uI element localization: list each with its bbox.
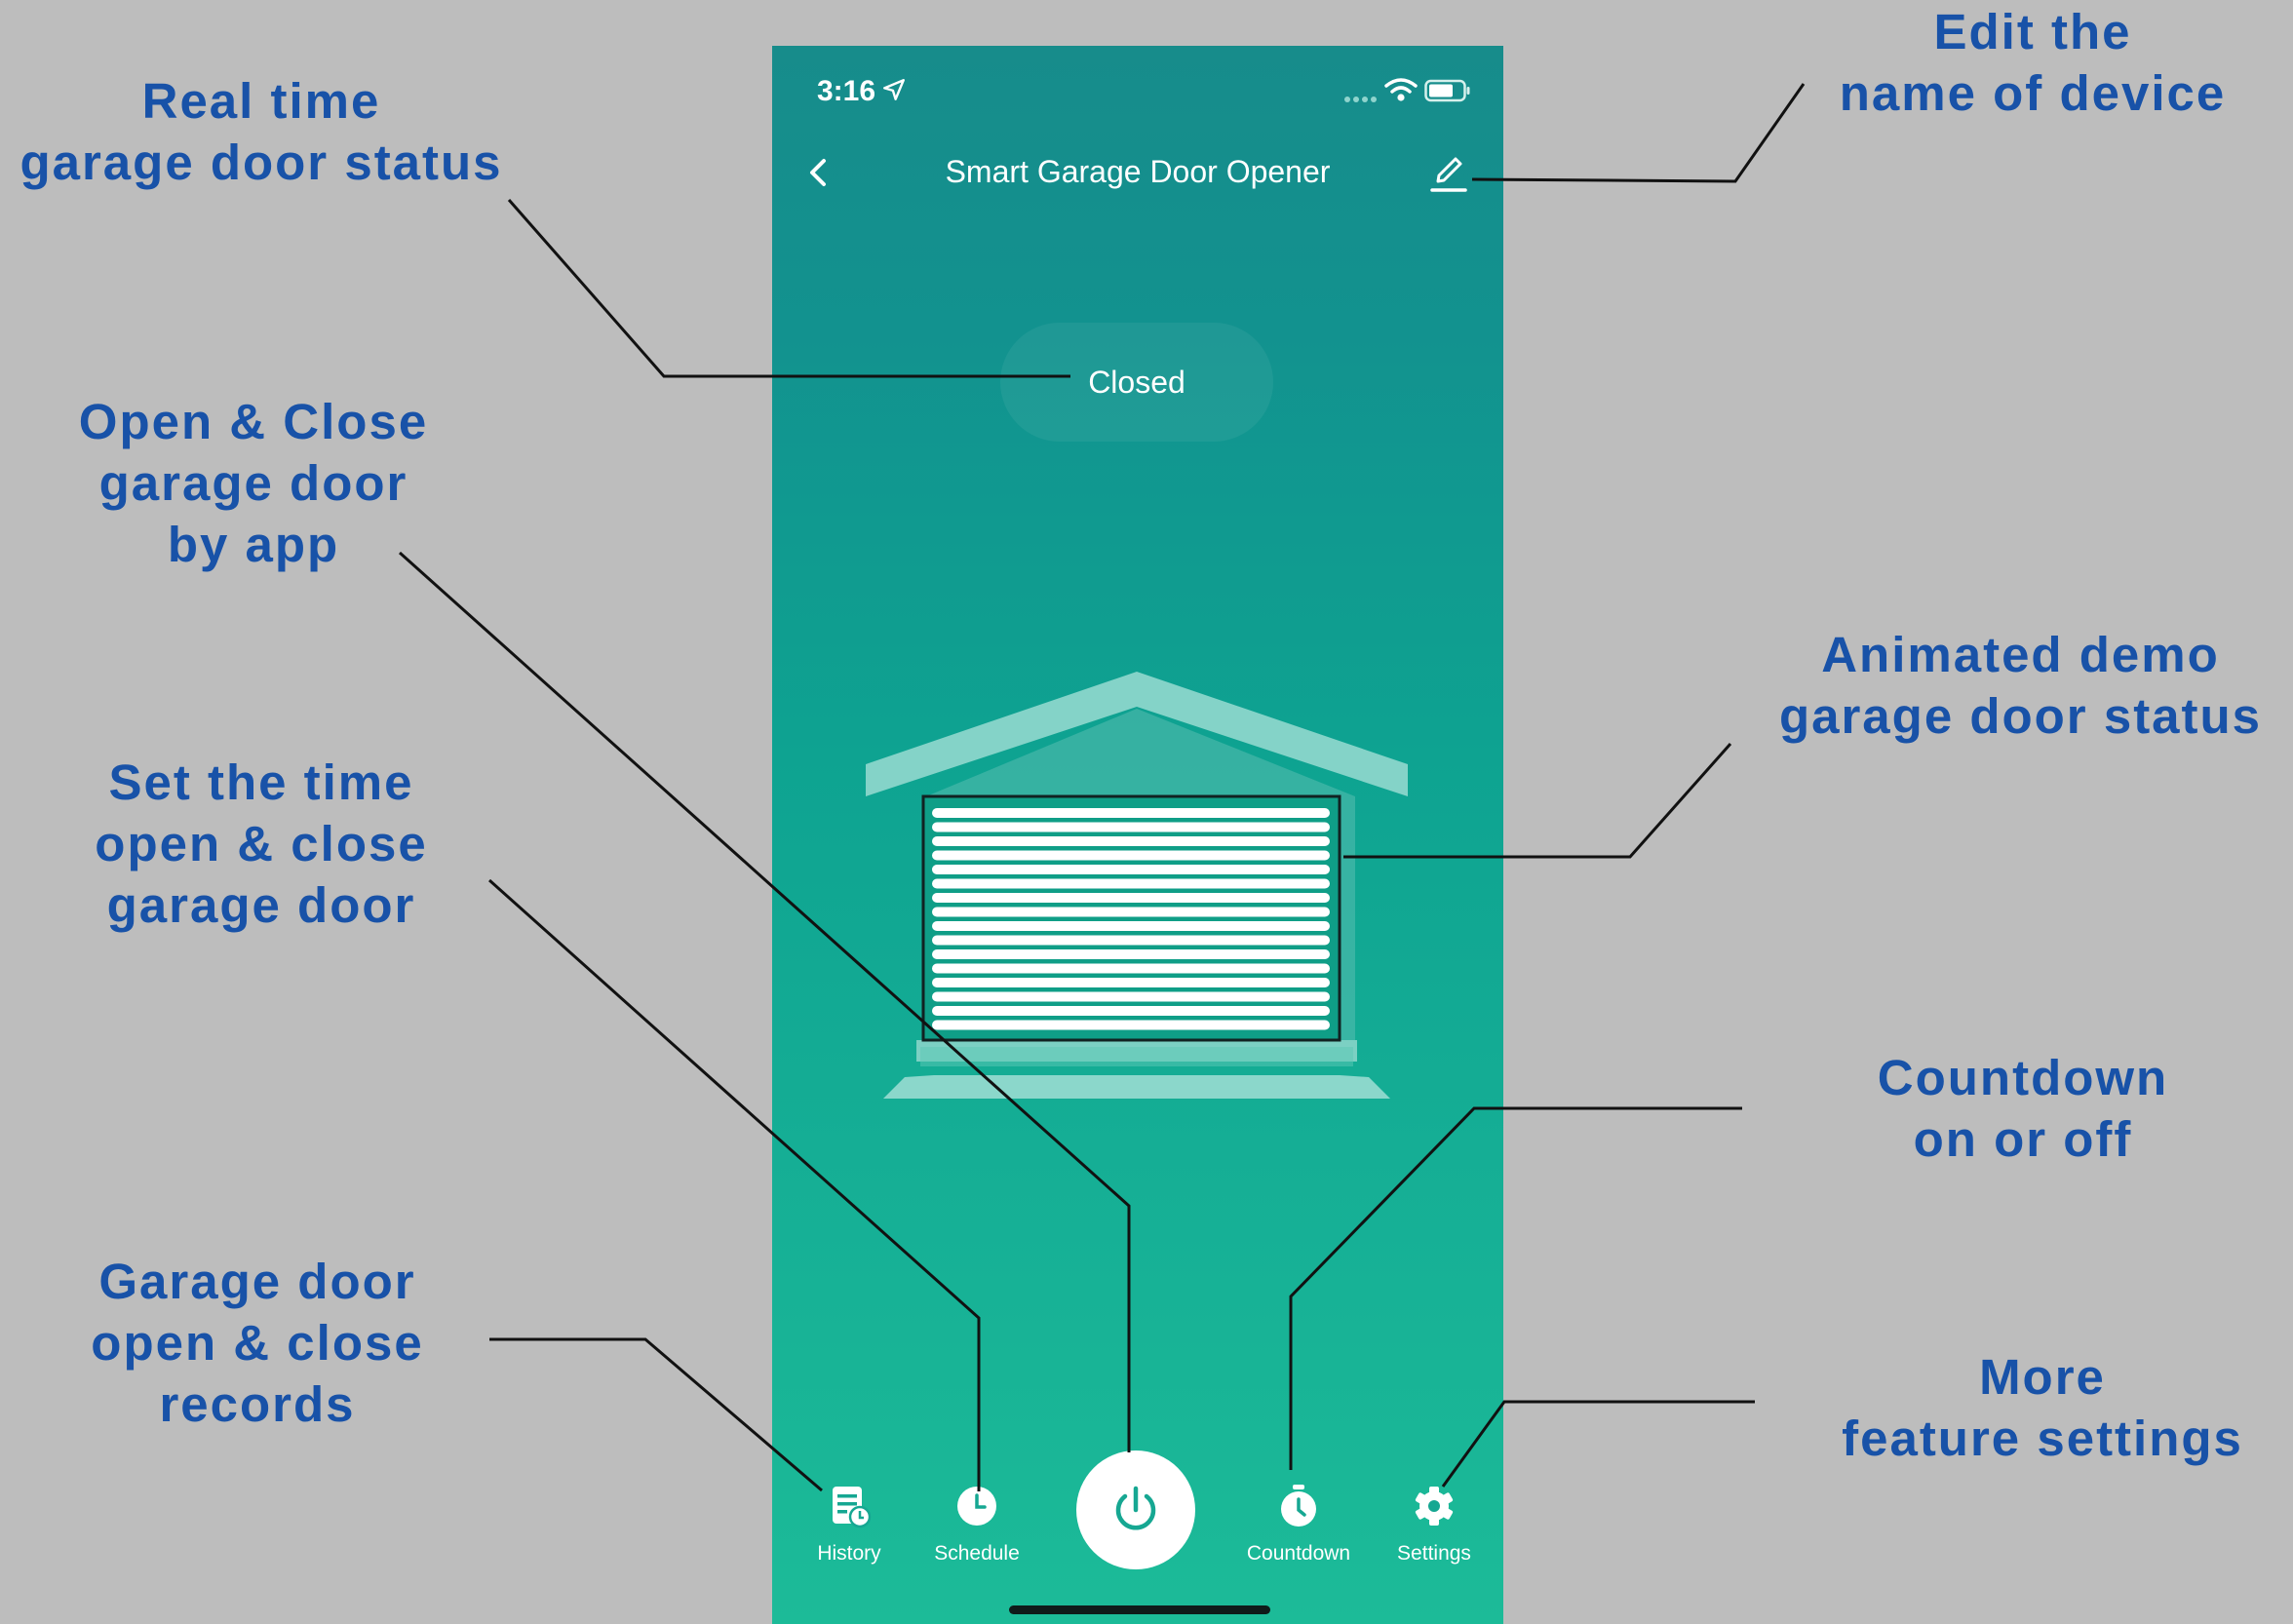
tab-history[interactable]: History	[786, 1484, 913, 1566]
wifi-icon	[1384, 78, 1418, 101]
annotation-real-time-status: Real time garage door status	[19, 73, 503, 190]
garage-door-slat	[932, 907, 1330, 917]
garage-door-slat	[932, 836, 1330, 846]
clock-icon	[957, 1487, 996, 1526]
pencil-icon[interactable]	[1427, 151, 1470, 194]
history-icon	[833, 1487, 872, 1528]
timer-icon	[1281, 1485, 1316, 1527]
leader-edit	[1471, 83, 1806, 183]
annotation-set-time: Set the time open & close garage door	[95, 754, 428, 933]
garage-door-slat	[932, 978, 1330, 987]
garage-door-slat	[932, 935, 1330, 946]
garage-door	[921, 794, 1341, 1042]
garage-illustration	[866, 672, 1408, 1099]
garage-door-slat	[932, 850, 1330, 861]
battery-icon	[1424, 79, 1470, 102]
power-button[interactable]	[1076, 1450, 1195, 1569]
garage-door-slat	[932, 808, 1330, 818]
cellular-signal-icon	[1344, 97, 1377, 102]
tab-history-label: History	[817, 1542, 881, 1565]
garage-door-slat	[932, 991, 1330, 1002]
annotation-records: Garage door open & close records	[91, 1254, 424, 1432]
garage-door-slat	[932, 822, 1330, 832]
tab-countdown-label: Countdown	[1246, 1542, 1351, 1565]
tab-countdown[interactable]: Countdown	[1235, 1484, 1362, 1566]
tab-settings-label: Settings	[1397, 1542, 1471, 1565]
phone-screen: 3:16 Smart Garage Door Opener Closed His…	[772, 46, 1503, 1624]
power-icon	[1115, 1486, 1156, 1530]
status-bar-time: 3:16	[817, 75, 876, 107]
annotation-animated-demo: Animated demo garage door status	[1778, 627, 2263, 744]
garage-door-slat	[932, 1006, 1330, 1016]
tab-schedule-label: Schedule	[934, 1542, 1020, 1565]
annotation-more-settings: More feature settings	[1842, 1349, 2243, 1466]
home-indicator	[1009, 1605, 1270, 1614]
tab-schedule[interactable]: Schedule	[913, 1484, 1040, 1566]
garage-door-slat	[932, 921, 1330, 931]
garage-door-slat	[932, 865, 1330, 874]
garage-door-slat	[932, 878, 1330, 889]
annotation-edit-name: Edit the name of device	[1839, 4, 2227, 121]
tab-settings[interactable]: Settings	[1371, 1484, 1497, 1566]
garage-door-slat	[932, 949, 1330, 959]
garage-door-slat	[932, 893, 1330, 903]
annotation-open-close-by-app: Open & Close garage door by app	[78, 394, 429, 572]
annotation-countdown: Countdown on or off	[1877, 1050, 2169, 1167]
garage-door-slat	[932, 963, 1330, 974]
location-arrow-icon	[883, 79, 905, 100]
door-status-badge: Closed	[1000, 323, 1273, 442]
back-chevron-icon[interactable]	[799, 153, 838, 192]
gear-icon	[1415, 1487, 1454, 1526]
garage-door-slat	[932, 1020, 1330, 1030]
page-title: Smart Garage Door Opener	[945, 154, 1331, 189]
